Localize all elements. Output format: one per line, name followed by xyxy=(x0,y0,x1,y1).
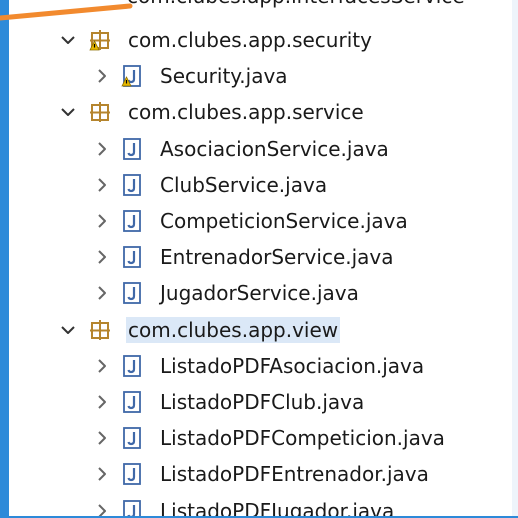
chevron-right-icon[interactable] xyxy=(91,138,113,160)
file-label: CompeticionService.java xyxy=(160,209,408,233)
chevron-right-icon[interactable] xyxy=(91,210,113,232)
java-file-icon xyxy=(121,426,143,450)
java-file-warning-icon xyxy=(121,64,143,88)
chevron-right-icon[interactable] xyxy=(91,246,113,268)
java-file-icon xyxy=(121,245,143,269)
file-label: ListadoPDFJugador.java xyxy=(160,498,395,516)
package-label: com.clubes.app.view xyxy=(126,316,341,343)
tree-file-row[interactable]: Security.java xyxy=(9,59,512,93)
tree-file-row[interactable]: EntrenadorService.java xyxy=(9,240,512,274)
package-label: com.clubes.app.security xyxy=(128,28,372,52)
tree-file-row[interactable]: ListadoPDFClub.java xyxy=(9,385,512,419)
package-icon xyxy=(89,100,111,124)
chevron-right-icon[interactable] xyxy=(91,174,113,196)
chevron-down-icon[interactable] xyxy=(57,29,79,51)
java-file-icon xyxy=(121,209,143,233)
tree-package-service[interactable]: com.clubes.app.service xyxy=(9,95,512,129)
left-accent-bar xyxy=(0,0,9,518)
right-edge xyxy=(512,0,518,518)
java-file-icon xyxy=(121,390,143,414)
file-label: JugadorService.java xyxy=(160,281,359,306)
java-file-icon xyxy=(121,354,143,378)
tree-file-row[interactable]: ListadoPDFEntrenador.java xyxy=(9,457,512,491)
file-label: ListadoPDFClub.java xyxy=(160,390,365,414)
java-file-icon xyxy=(121,499,143,516)
chevron-right-icon[interactable] xyxy=(91,282,113,304)
file-label: Security.java xyxy=(160,64,288,89)
tree-file-row[interactable]: ListadoPDFAsociacion.java xyxy=(9,349,512,383)
package-explorer-tree: com.clubes.app.interfacesService com.clu… xyxy=(9,0,512,516)
chevron-down-icon[interactable] xyxy=(57,319,79,341)
java-file-icon xyxy=(121,173,143,197)
chevron-down-icon[interactable] xyxy=(57,101,79,123)
tree-file-row[interactable]: ListadoPDFJugador.java xyxy=(9,494,512,516)
package-label-partial: com.clubes.app.interfacesService xyxy=(125,0,467,9)
package-icon xyxy=(89,318,111,342)
package-warning-icon xyxy=(89,28,111,52)
tree-file-row[interactable]: ClubService.java xyxy=(9,168,512,202)
chevron-right-icon[interactable] xyxy=(91,427,113,449)
chevron-right-icon[interactable] xyxy=(91,463,113,485)
chevron-right-icon[interactable] xyxy=(91,65,113,87)
file-label: ListadoPDFAsociacion.java xyxy=(160,353,425,378)
file-label: EntrenadorService.java xyxy=(160,245,394,270)
chevron-right-icon[interactable] xyxy=(91,500,113,516)
chevron-right-icon[interactable] xyxy=(91,355,113,377)
java-file-icon xyxy=(121,462,143,486)
tree-package-security[interactable]: com.clubes.app.security xyxy=(9,23,512,57)
tree-file-row[interactable]: AsociacionService.java xyxy=(9,132,512,166)
java-file-icon xyxy=(121,281,143,305)
tree-file-row[interactable]: ListadoPDFCompeticion.java xyxy=(9,421,512,455)
file-label: ListadoPDFEntrenador.java xyxy=(160,462,429,487)
file-label: AsociacionService.java xyxy=(160,136,389,161)
tree-file-row[interactable]: JugadorService.java xyxy=(9,276,512,310)
file-label: ListadoPDFCompeticion.java xyxy=(160,426,445,451)
package-label: com.clubes.app.service xyxy=(128,100,364,125)
chevron-right-icon[interactable] xyxy=(91,391,113,413)
java-file-icon xyxy=(121,137,143,161)
file-label: ClubService.java xyxy=(160,172,328,197)
tree-package-view[interactable]: com.clubes.app.view xyxy=(9,313,512,347)
tree-file-row[interactable]: CompeticionService.java xyxy=(9,204,512,238)
